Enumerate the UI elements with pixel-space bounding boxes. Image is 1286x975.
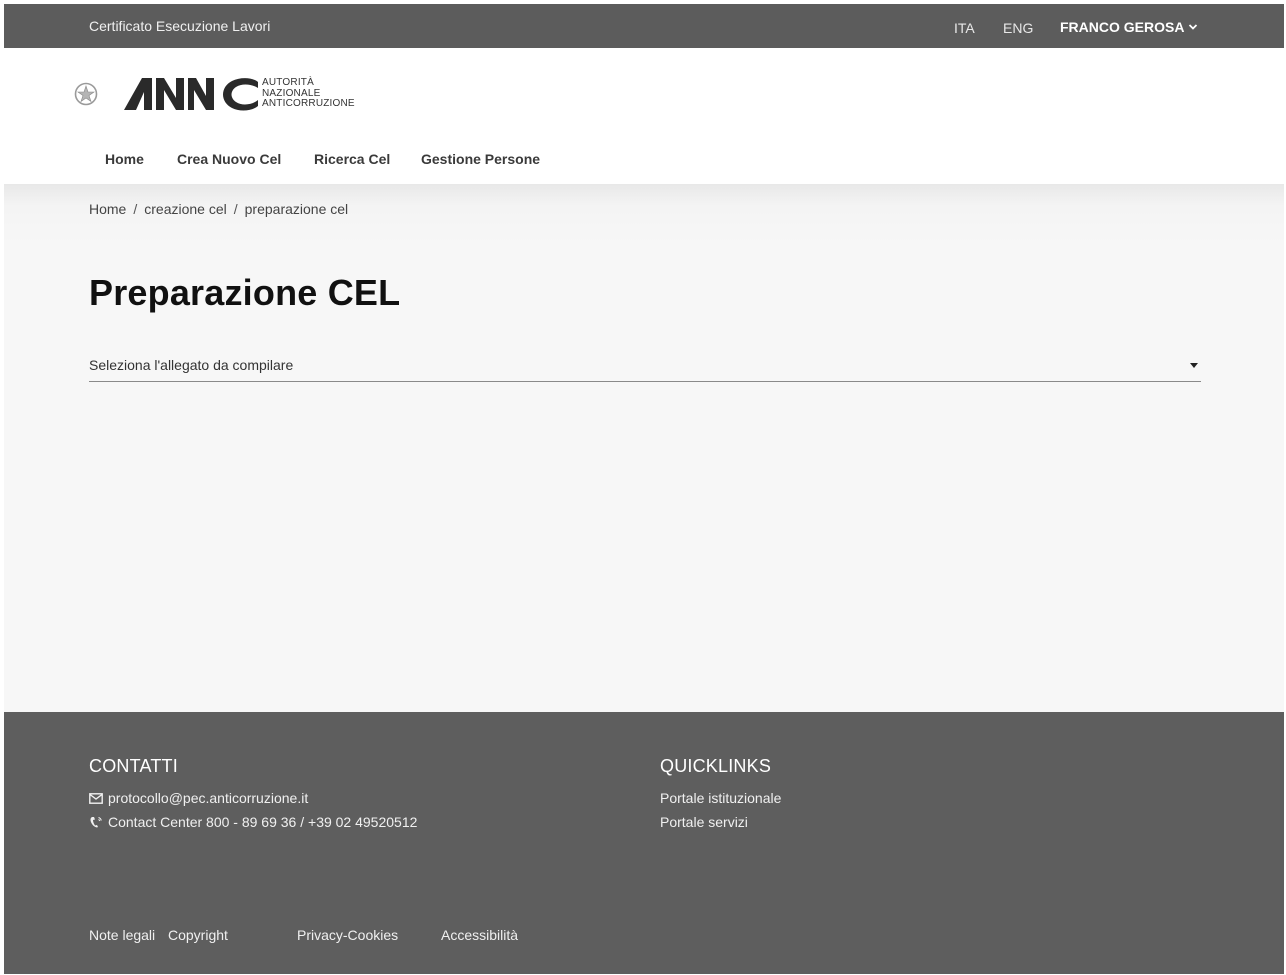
footer-link-accessibilita[interactable]: Accessibilità [441, 927, 518, 943]
chevron-down-icon [1189, 24, 1198, 30]
main-content: Home / creazione cel / preparazione cel Prep… [4, 184, 1284, 712]
breadcrumb-separator: / [233, 201, 238, 217]
user-name: FRANCO GEROSA [1060, 19, 1185, 35]
breadcrumb-home-link[interactable]: Home [89, 201, 126, 217]
anac-logo-mark-icon [124, 78, 258, 111]
logo-text-line: AUTORITÀ [262, 77, 314, 88]
language-ita-link[interactable]: ITA [954, 20, 975, 36]
nav-item-ricerca-cel[interactable]: Ricerca Cel [314, 151, 390, 167]
emblem-icon [74, 82, 98, 106]
footer-link-copyright[interactable]: Copyright [168, 927, 228, 943]
breadcrumb-creazione-cel-link[interactable]: creazione cel [144, 201, 227, 217]
caret-down-icon [1190, 363, 1198, 368]
main-nav: Home Crea Nuovo Cel Ricerca Cel Gestione… [4, 130, 1284, 184]
allegato-select-placeholder: Seleziona l'allegato da compilare [89, 357, 294, 373]
page: Certificato Esecuzione Lavori ITA ENG FR… [4, 4, 1284, 974]
app-title: Certificato Esecuzione Lavori [89, 18, 271, 34]
breadcrumb-separator: / [133, 201, 138, 217]
quicklinks-title: QUICKLINKS [660, 756, 772, 776]
contact-phone-text: Contact Center 800 - 89 69 36 / +39 02 4… [108, 814, 418, 830]
language-eng-link[interactable]: ENG [1003, 20, 1033, 36]
logo-text-line: ANTICORRUZIONE [262, 98, 355, 109]
nav-item-home[interactable]: Home [105, 151, 144, 167]
footer-link-note-legali[interactable]: Note legali [89, 927, 155, 943]
footer-link-privacy-cookies[interactable]: Privacy-Cookies [297, 927, 398, 943]
top-bar: Certificato Esecuzione Lavori ITA ENG FR… [4, 4, 1284, 48]
allegato-select[interactable]: Seleziona l'allegato da compilare [89, 350, 1201, 382]
breadcrumb-current: preparazione cel [244, 201, 349, 217]
anac-logo[interactable] [122, 76, 262, 112]
nav-item-crea-nuovo-cel[interactable]: Crea Nuovo Cel [177, 151, 281, 167]
page-title: Preparazione CEL [89, 272, 401, 313]
nav-item-gestione-persone[interactable]: Gestione Persone [421, 151, 540, 167]
envelope-icon [89, 792, 103, 804]
site-footer: CONTATTI protocollo@pec.anticorruzione.i… [4, 712, 1284, 974]
user-menu[interactable]: FRANCO GEROSA [1060, 19, 1198, 35]
contact-phone: Contact Center 800 - 89 69 36 / +39 02 4… [89, 814, 417, 830]
quicklink-portale-istituzionale[interactable]: Portale istituzionale [660, 790, 781, 806]
quicklink-portale-servizi[interactable]: Portale servizi [660, 814, 748, 830]
phone-icon [89, 816, 103, 829]
contact-email[interactable]: protocollo@pec.anticorruzione.it [89, 790, 308, 806]
site-header: AUTORITÀ NAZIONALE ANTICORRUZIONE [4, 48, 1284, 130]
contacts-title: CONTATTI [89, 756, 178, 776]
contact-email-text: protocollo@pec.anticorruzione.it [108, 790, 309, 806]
logo-text: AUTORITÀ NAZIONALE ANTICORRUZIONE [262, 77, 355, 110]
breadcrumb: Home / creazione cel / preparazione cel [89, 201, 348, 217]
